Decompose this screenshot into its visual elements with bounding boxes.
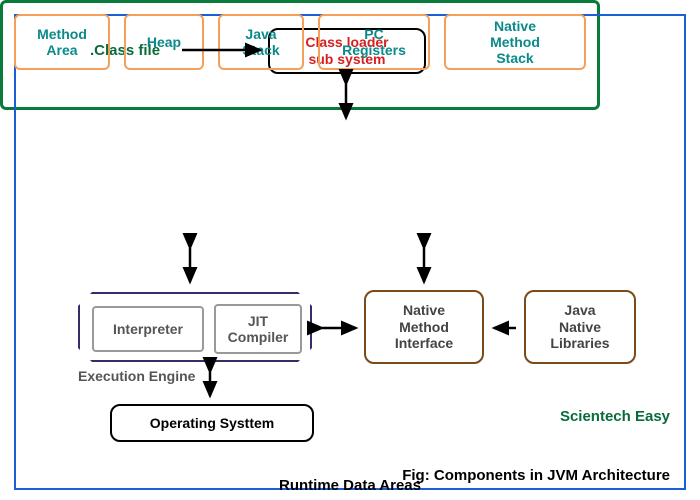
java-stack-l2: Stack	[242, 42, 279, 58]
method-area-l2: Area	[46, 42, 77, 58]
java-stack-box: Java Stack	[218, 14, 304, 70]
interpreter-box: Interpreter	[92, 306, 204, 352]
heap-l1: Heap	[147, 34, 181, 50]
interpreter-label: Interpreter	[113, 321, 183, 337]
heap-box: Heap	[124, 14, 204, 70]
jnl-l1: Java	[564, 302, 595, 319]
jnl-l2: Native	[559, 319, 601, 336]
nms-l3: Stack	[496, 50, 533, 66]
java-stack-l1: Java	[245, 26, 276, 42]
nms-l1: Native	[494, 18, 536, 34]
jnl-l3: Libraries	[550, 335, 609, 352]
operating-system-box: Operating Systtem	[110, 404, 314, 442]
execution-engine-label: Execution Engine	[78, 368, 195, 384]
os-label: Operating Systtem	[150, 415, 274, 432]
nmi-l2: Method	[399, 319, 449, 336]
method-area-box: Method Area	[14, 14, 110, 70]
native-method-stack-box: Native Method Stack	[444, 14, 586, 70]
execution-engine-box: Interpreter JIT Compiler	[78, 292, 312, 362]
nmi-l1: Native	[403, 302, 445, 319]
pc-registers-l1: PC	[364, 26, 383, 42]
figure-caption: Fig: Components in JVM Architecture	[402, 467, 670, 484]
pc-registers-box: PC Registers	[318, 14, 430, 70]
jit-l1: JIT	[248, 313, 268, 329]
nms-l2: Method	[490, 34, 540, 50]
method-area-l1: Method	[37, 26, 87, 42]
brand-label: Scientech Easy	[560, 408, 670, 425]
nmi-l3: Interface	[395, 335, 453, 352]
native-method-interface-box: Native Method Interface	[364, 290, 484, 364]
java-native-libraries-box: Java Native Libraries	[524, 290, 636, 364]
jit-compiler-box: JIT Compiler	[214, 304, 302, 354]
pc-registers-l2: Registers	[342, 42, 406, 58]
jit-l2: Compiler	[228, 329, 289, 345]
